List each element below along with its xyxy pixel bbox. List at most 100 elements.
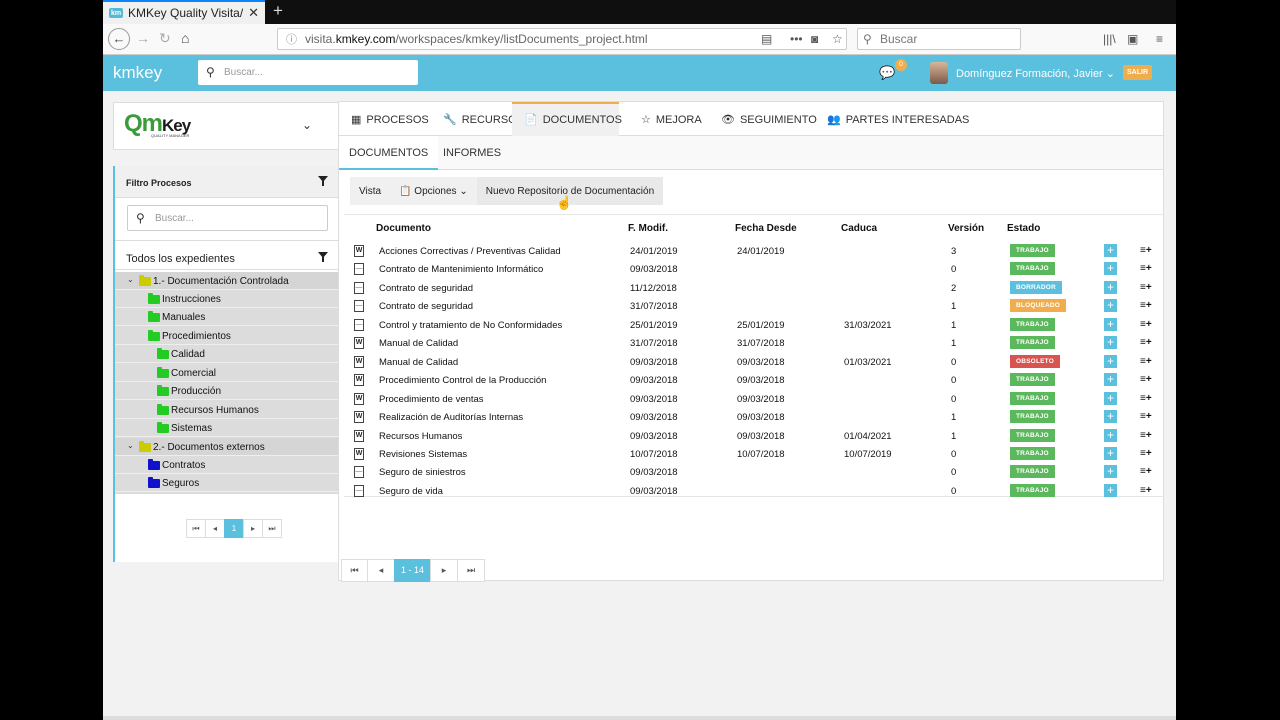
browser-tab[interactable]: km KMKey Quality Visita/Do ✕ xyxy=(103,0,265,24)
tab-seguimiento[interactable]: 👁 SEGUIMIENTO xyxy=(721,102,817,136)
add-to-list-icon[interactable]: ≡+ xyxy=(1140,337,1152,348)
table-row[interactable]: W Procedimiento Control de la Producción 0… xyxy=(344,371,1164,389)
chevron-down-icon[interactable]: ⌄ xyxy=(127,275,134,284)
document-link[interactable]: Contrato de Mantenimiento Informático xyxy=(379,264,543,275)
user-menu[interactable]: Domínguez Formación, Javier ⌄ xyxy=(956,67,1115,80)
pocket-icon[interactable]: ◙ xyxy=(811,32,818,46)
table-row[interactable]: — Seguro de vida 09/03/2018 0 TRABAJO + ≡+ xyxy=(344,482,1164,500)
add-to-list-icon[interactable]: ≡+ xyxy=(1140,282,1152,293)
home-icon[interactable]: ⌂ xyxy=(181,30,189,46)
add-icon[interactable]: + xyxy=(1104,317,1117,331)
process-search-input[interactable]: ⚲ Buscar... xyxy=(127,205,328,231)
document-link[interactable]: Procedimiento de ventas xyxy=(379,394,484,405)
tab-partes-interesadas[interactable]: 👥 PARTES INTERESADAS xyxy=(827,102,969,136)
tree-item[interactable]: Seguros xyxy=(115,474,339,492)
add-icon[interactable]: + xyxy=(1104,354,1117,368)
prev-page-button[interactable]: ◂ xyxy=(367,559,395,582)
filter-icon[interactable] xyxy=(318,176,328,186)
back-icon[interactable]: ← xyxy=(108,28,130,50)
document-link[interactable]: Acciones Correctivas / Preventivas Calid… xyxy=(379,246,561,257)
document-link[interactable]: Revisiones Sistemas xyxy=(379,449,467,460)
first-page-button[interactable]: ⏮ xyxy=(186,519,206,538)
tree-item[interactable]: Calidad xyxy=(115,345,339,363)
subtab-informes[interactable]: INFORMES xyxy=(433,136,511,170)
table-row[interactable]: W Manual de Calidad 09/03/2018 09/03/2018 01… xyxy=(344,353,1164,371)
add-to-list-icon[interactable]: ≡+ xyxy=(1140,393,1152,404)
column-header[interactable]: F. Modif. xyxy=(628,223,668,234)
chat-icon[interactable]: 💬 xyxy=(879,65,895,81)
add-icon[interactable]: + xyxy=(1104,280,1117,294)
avatar[interactable] xyxy=(930,62,948,84)
add-to-list-icon[interactable]: ≡+ xyxy=(1140,448,1152,459)
tree-item[interactable]: Contratos xyxy=(115,456,339,474)
table-row[interactable]: — Contrato de seguridad 31/07/2018 1 BLOQUEA… xyxy=(344,297,1164,315)
tree-item[interactable]: ⌄ 1.- Documentación Controlada xyxy=(115,272,339,290)
column-header[interactable]: Estado xyxy=(1007,223,1040,234)
tab-documentos[interactable]: 📄 DOCUMENTOS xyxy=(512,102,622,136)
app-search-input[interactable]: ⚲ Buscar... xyxy=(198,60,418,85)
add-icon[interactable]: + xyxy=(1104,262,1117,276)
tree-item[interactable]: Sistemas xyxy=(115,419,339,437)
document-link[interactable]: Contrato de seguridad xyxy=(379,301,473,312)
reload-icon[interactable]: ↻ xyxy=(159,30,171,47)
add-to-list-icon[interactable]: ≡+ xyxy=(1140,245,1152,256)
document-link[interactable]: Seguro de vida xyxy=(379,486,443,497)
tree-item[interactable]: Procedimientos xyxy=(115,327,339,345)
logout-button[interactable]: SALIR xyxy=(1123,65,1152,80)
table-row[interactable]: W Recursos Humanos 09/03/2018 09/03/2018 01/… xyxy=(344,427,1164,445)
subtab-documentos[interactable]: DOCUMENTOS xyxy=(339,136,439,170)
add-icon[interactable]: + xyxy=(1104,391,1117,405)
add-to-list-icon[interactable]: ≡+ xyxy=(1140,319,1152,330)
add-to-list-icon[interactable]: ≡+ xyxy=(1140,485,1152,496)
page-number[interactable]: 1 xyxy=(224,519,244,538)
web-search-input[interactable]: ⚲ Buscar xyxy=(857,28,1021,50)
document-link[interactable]: Recursos Humanos xyxy=(379,431,462,442)
bookmark-star-icon[interactable]: ☆ xyxy=(832,32,843,46)
close-tab-icon[interactable]: ✕ xyxy=(248,5,259,21)
add-to-list-icon[interactable]: ≡+ xyxy=(1140,263,1152,274)
tree-item[interactable]: Comercial xyxy=(115,364,339,382)
sidebar-icon[interactable]: ▣ xyxy=(1127,32,1138,46)
add-icon[interactable]: + xyxy=(1104,373,1117,387)
document-link[interactable]: Realización de Auditorías Internas xyxy=(379,412,523,423)
first-page-button[interactable]: ⏮ xyxy=(341,559,368,582)
column-header[interactable]: Versión xyxy=(948,223,984,234)
last-page-button[interactable]: ⏭ xyxy=(457,559,485,582)
filter-icon[interactable] xyxy=(318,252,328,262)
table-row[interactable]: W Manual de Calidad 31/07/2018 31/07/2018 1 T… xyxy=(344,334,1164,352)
add-icon[interactable]: + xyxy=(1104,410,1117,424)
tree-item[interactable]: Instrucciones xyxy=(115,290,339,308)
table-row[interactable]: — Seguro de siniestros 09/03/2018 0 TRABAJO +… xyxy=(344,463,1164,481)
column-header[interactable]: Documento xyxy=(376,223,431,234)
options-button[interactable]: 📋 Opciones ⌄ xyxy=(390,177,477,205)
library-icon[interactable]: |||\ xyxy=(1103,32,1116,46)
tab-procesos[interactable]: ▦ PROCESOS xyxy=(351,102,429,136)
add-icon[interactable]: + xyxy=(1104,244,1117,257)
table-row[interactable]: W Procedimiento de ventas 09/03/2018 09/03/… xyxy=(344,390,1164,408)
table-row[interactable]: — Control y tratamiento de No Conformidad… xyxy=(344,316,1164,334)
prev-page-button[interactable]: ◂ xyxy=(205,519,225,538)
table-row[interactable]: W Realización de Auditorías Internas 09/03… xyxy=(344,408,1164,426)
document-link[interactable]: Procedimiento Control de la Producción xyxy=(379,375,546,386)
add-to-list-icon[interactable]: ≡+ xyxy=(1140,300,1152,311)
reader-view-icon[interactable]: ▤ xyxy=(761,32,772,46)
tree-item[interactable]: Manuales xyxy=(115,308,339,326)
column-header[interactable]: Caduca xyxy=(841,223,877,234)
new-tab-icon[interactable]: + xyxy=(273,1,283,21)
add-icon[interactable]: + xyxy=(1104,299,1117,313)
tree-item[interactable]: Recursos Humanos xyxy=(115,401,339,419)
chevron-down-icon[interactable]: ⌄ xyxy=(127,441,134,450)
add-icon[interactable]: + xyxy=(1104,446,1117,460)
table-row[interactable]: — Contrato de seguridad 11/12/2018 2 BORRADO… xyxy=(344,279,1164,297)
add-icon[interactable]: + xyxy=(1104,428,1117,442)
menu-icon[interactable]: ≡ xyxy=(1156,32,1163,46)
org-selector[interactable]: QmKey QUALITY MANAGER ⌄ xyxy=(113,102,339,150)
table-row[interactable]: — Contrato de Mantenimiento Informático 09… xyxy=(344,260,1164,278)
view-button[interactable]: Vista xyxy=(350,177,390,205)
table-row[interactable]: W Revisiones Sistemas 10/07/2018 10/07/2018… xyxy=(344,445,1164,463)
next-page-button[interactable]: ▸ xyxy=(430,559,458,582)
add-to-list-icon[interactable]: ≡+ xyxy=(1140,356,1152,367)
last-page-button[interactable]: ⏭ xyxy=(262,519,282,538)
table-row[interactable]: W Acciones Correctivas / Preventivas Cali… xyxy=(344,242,1164,260)
document-link[interactable]: Manual de Calidad xyxy=(379,338,458,349)
